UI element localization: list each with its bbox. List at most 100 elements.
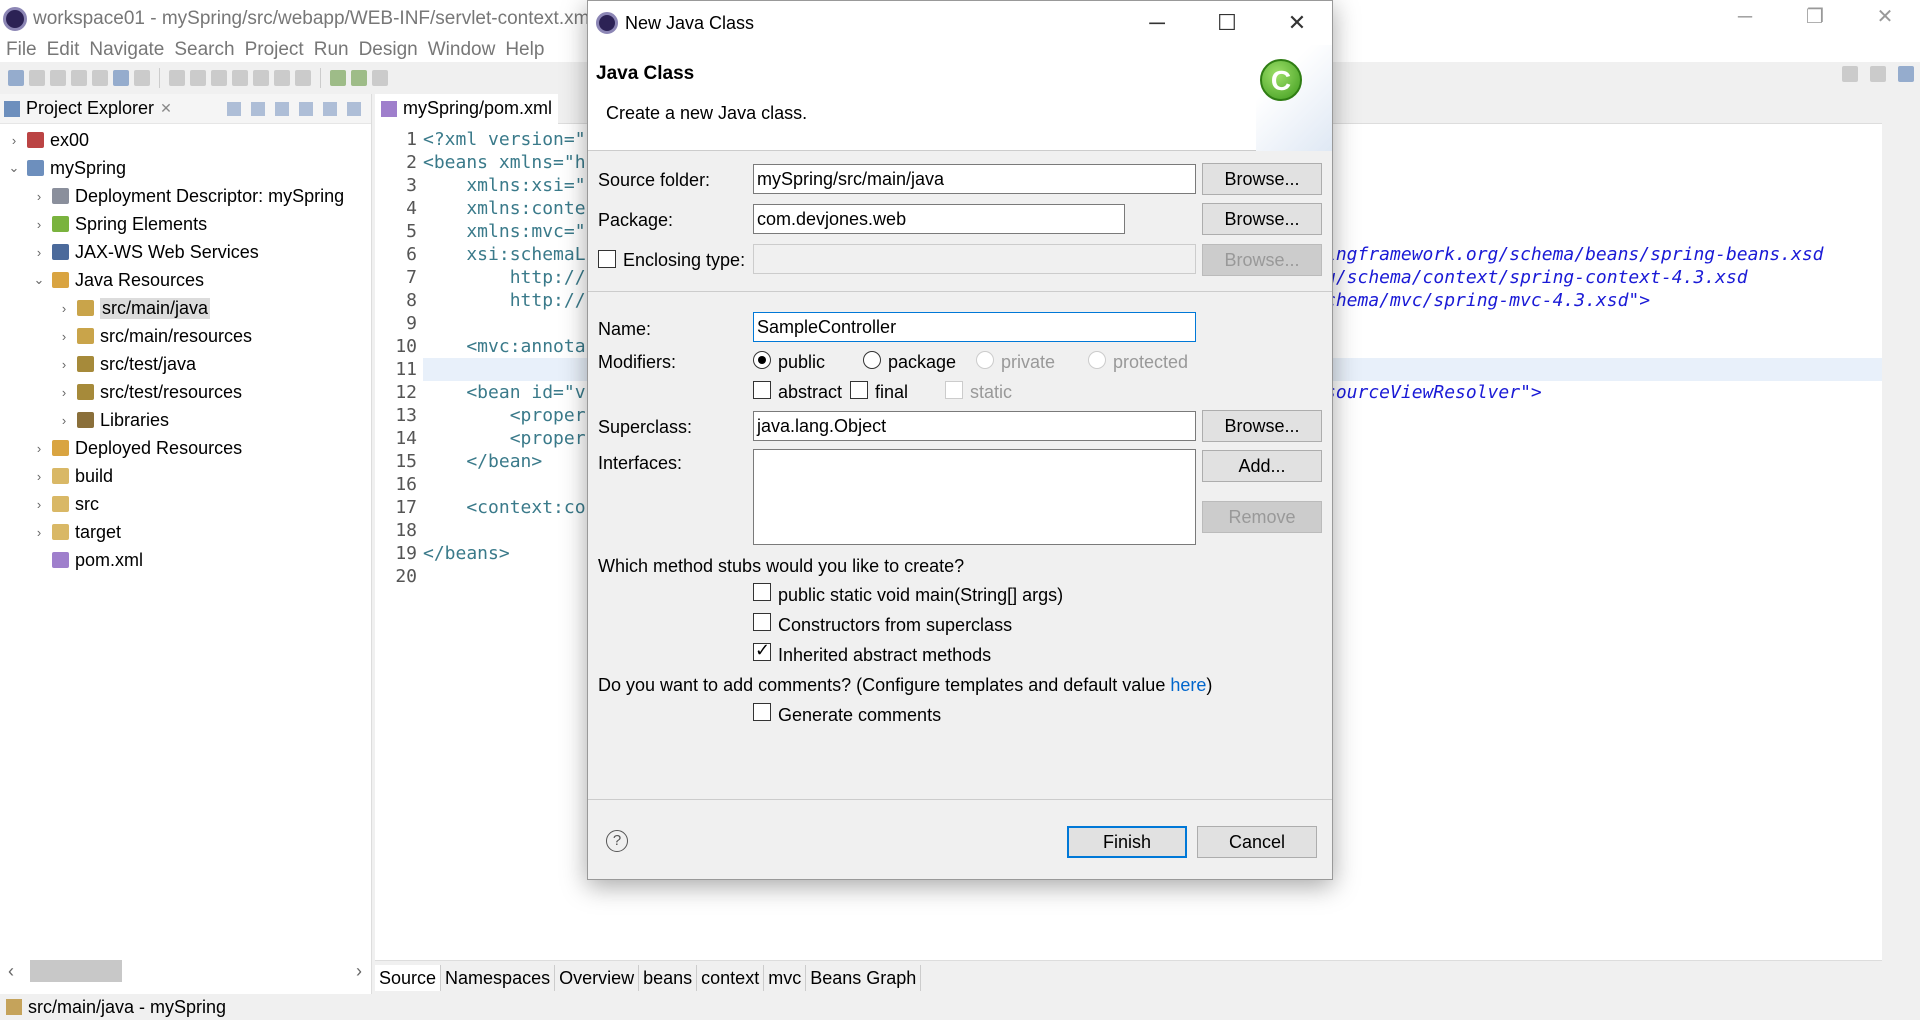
tree-item[interactable]: pom.xml <box>0 546 371 574</box>
chevron-right-icon[interactable]: › <box>56 301 72 316</box>
tree-item[interactable]: › Deployed Resources <box>0 434 371 462</box>
step-into-icon[interactable] <box>253 70 269 86</box>
tree-item[interactable]: ⌄ mySpring <box>0 154 371 182</box>
tree-item[interactable]: › JAX-WS Web Services <box>0 238 371 266</box>
tab-overview[interactable]: Overview <box>555 964 640 991</box>
tree-item[interactable]: › Spring Elements <box>0 210 371 238</box>
chevron-right-icon[interactable]: › <box>31 189 47 204</box>
tree-item[interactable]: › src/test/java <box>0 350 371 378</box>
source-folder-browse-button[interactable]: Browse... <box>1202 163 1322 195</box>
restore-button[interactable]: ❐ <box>1780 0 1850 34</box>
abstract-checkbox[interactable] <box>753 381 771 399</box>
scrollbar-thumb[interactable] <box>30 960 122 982</box>
tree-item[interactable]: › ex00 <box>0 126 371 154</box>
tree-item[interactable]: › Deployment Descriptor: mySpring <box>0 182 371 210</box>
run-icon[interactable] <box>351 70 367 86</box>
view-menu-icon[interactable] <box>299 101 313 116</box>
java-ee-perspective-icon[interactable] <box>1898 66 1914 82</box>
package-field[interactable]: com.devjones.web <box>753 204 1125 234</box>
menu-project[interactable]: Project <box>245 39 304 61</box>
chevron-right-icon[interactable]: › <box>31 525 47 540</box>
chevron-right-icon[interactable]: › <box>56 385 72 400</box>
inherited-methods-checkbox[interactable] <box>753 640 771 661</box>
chevron-right-icon[interactable]: › <box>31 469 47 484</box>
minimize-button[interactable]: ─ <box>1710 0 1780 34</box>
tab-context[interactable]: context <box>697 964 765 991</box>
public-radio[interactable] <box>753 351 771 369</box>
final-checkbox[interactable] <box>850 381 868 399</box>
source-folder-field[interactable]: mySpring/src/main/java <box>753 164 1196 194</box>
chevron-right-icon[interactable]: › <box>31 217 47 232</box>
tree-item[interactable]: › src/test/resources <box>0 378 371 406</box>
chevron-right-icon[interactable]: › <box>31 497 47 512</box>
external-tools-icon[interactable] <box>372 70 388 86</box>
resume-icon[interactable] <box>169 70 185 86</box>
scroll-left-icon[interactable]: ‹ <box>8 961 14 982</box>
new-icon[interactable] <box>8 70 24 86</box>
tree-item[interactable]: › target <box>0 518 371 546</box>
open-type-icon[interactable] <box>71 70 87 86</box>
chevron-down-icon[interactable]: ⌄ <box>31 272 47 288</box>
menu-help[interactable]: Help <box>505 39 544 61</box>
save-icon[interactable] <box>29 70 45 86</box>
class-name-field[interactable]: SampleController <box>753 312 1196 342</box>
add-interface-button[interactable]: Add... <box>1202 450 1322 482</box>
menu-edit[interactable]: Edit <box>47 39 80 61</box>
package-radio[interactable] <box>863 351 881 369</box>
tree-item[interactable]: › Libraries <box>0 406 371 434</box>
tab-mvc[interactable]: mvc <box>764 964 807 991</box>
tree-item[interactable]: ⌄ Java Resources <box>0 266 371 294</box>
menu-search[interactable]: Search <box>174 39 234 61</box>
step-return-icon[interactable] <box>295 70 311 86</box>
suspend-icon[interactable] <box>190 70 206 86</box>
link-with-editor-icon[interactable] <box>251 101 265 116</box>
tree-item[interactable]: › src <box>0 490 371 518</box>
open-perspective-icon[interactable] <box>1870 66 1886 82</box>
scroll-right-icon[interactable]: › <box>356 961 362 982</box>
minimize-view-icon[interactable] <box>323 101 337 116</box>
tree-item[interactable]: › build <box>0 462 371 490</box>
terminate-icon[interactable] <box>211 70 227 86</box>
save-all-icon[interactable] <box>50 70 66 86</box>
terminal-icon[interactable] <box>113 70 129 86</box>
skip-breakpoints-icon[interactable] <box>134 70 150 86</box>
chevron-right-icon[interactable]: › <box>56 329 72 344</box>
close-view-icon[interactable]: ✕ <box>160 100 172 117</box>
step-over-icon[interactable] <box>274 70 290 86</box>
filter-icon[interactable] <box>275 101 289 116</box>
editor-tab-pom[interactable]: mySpring/pom.xml <box>375 93 559 124</box>
generate-comments-checkbox[interactable] <box>753 703 771 721</box>
chevron-right-icon[interactable]: › <box>31 441 47 456</box>
debug-icon[interactable] <box>330 70 346 86</box>
main-method-checkbox[interactable] <box>753 583 771 601</box>
dialog-maximize-button[interactable]: ☐ <box>1192 1 1262 45</box>
tab-beans[interactable]: beans <box>639 964 698 991</box>
tab-namespaces[interactable]: Namespaces <box>441 964 556 991</box>
chevron-right-icon[interactable]: › <box>56 413 72 428</box>
tab-source[interactable]: Source <box>375 964 442 991</box>
tab-beans-graph[interactable]: Beans Graph <box>806 964 922 991</box>
cancel-button[interactable]: Cancel <box>1197 826 1317 858</box>
collapse-all-icon[interactable] <box>227 101 241 116</box>
superclass-field[interactable]: java.lang.Object <box>753 411 1196 441</box>
open-resource-icon[interactable] <box>92 70 108 86</box>
tree-item[interactable]: › src/main/java <box>0 294 371 322</box>
constructors-checkbox[interactable] <box>753 613 771 631</box>
package-browse-button[interactable]: Browse... <box>1202 203 1322 235</box>
close-button[interactable]: ✕ <box>1850 0 1920 34</box>
interfaces-list[interactable] <box>753 449 1196 545</box>
dialog-close-button[interactable]: ✕ <box>1262 1 1332 45</box>
maximize-view-icon[interactable] <box>347 101 361 116</box>
chevron-down-icon[interactable]: ⌄ <box>6 160 22 176</box>
superclass-browse-button[interactable]: Browse... <box>1202 410 1322 442</box>
dialog-minimize-button[interactable]: ─ <box>1122 1 1192 45</box>
configure-templates-link[interactable]: here <box>1170 675 1206 695</box>
menu-design[interactable]: Design <box>359 39 418 61</box>
search-icon[interactable] <box>1842 66 1858 82</box>
chevron-right-icon[interactable]: › <box>6 133 22 148</box>
menu-window[interactable]: Window <box>428 39 496 61</box>
finish-button[interactable]: Finish <box>1067 826 1187 858</box>
explorer-horizontal-scrollbar[interactable]: ‹ › <box>0 960 370 982</box>
menu-run[interactable]: Run <box>314 39 349 61</box>
chevron-right-icon[interactable]: › <box>31 245 47 260</box>
